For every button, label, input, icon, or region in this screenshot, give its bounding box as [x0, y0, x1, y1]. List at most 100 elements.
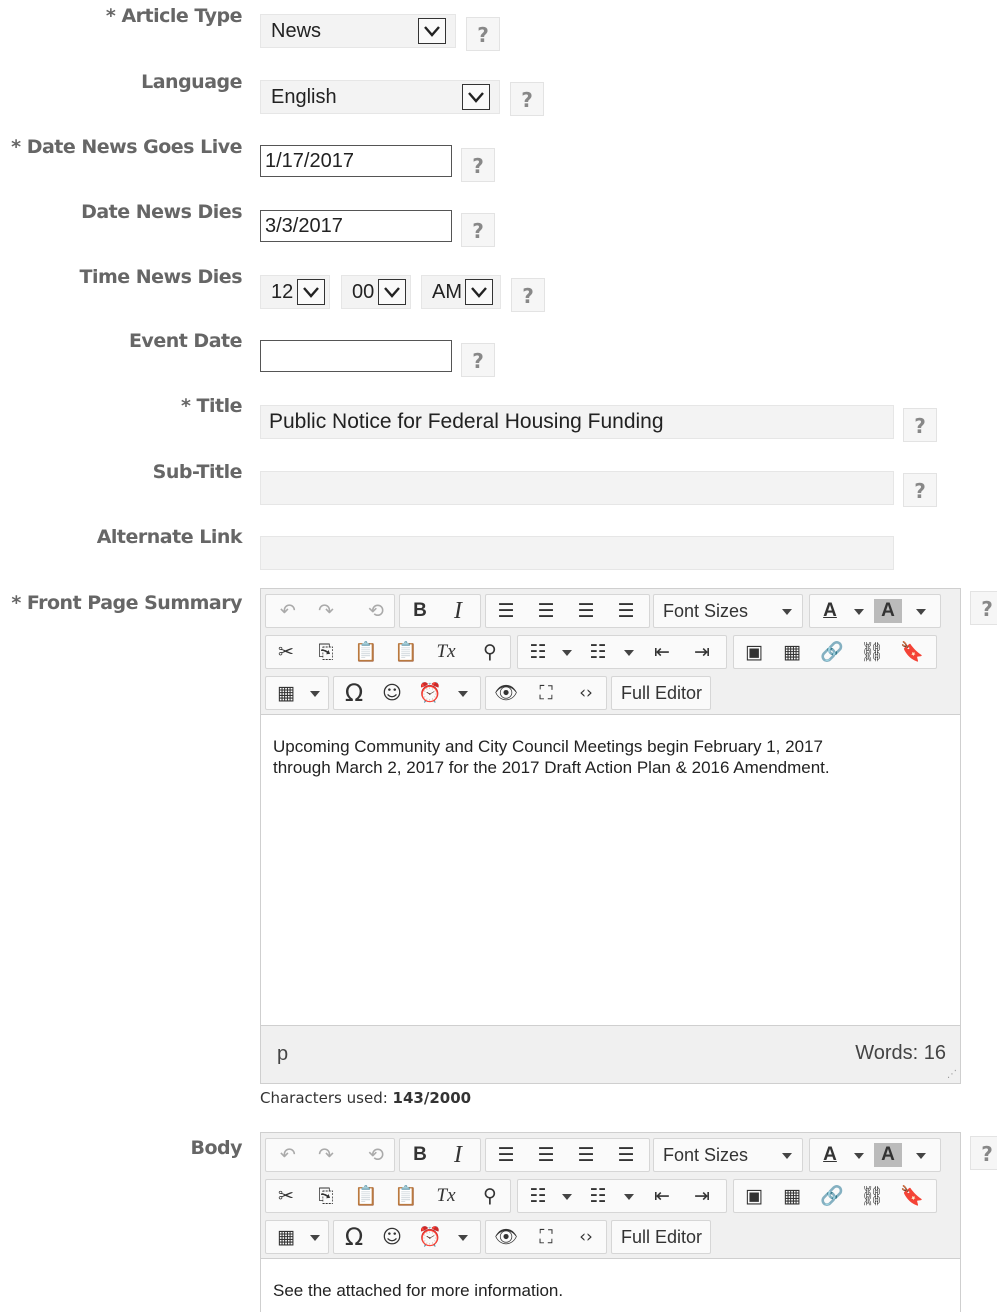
align-center-icon[interactable]: ☰ — [528, 595, 564, 627]
numbered-list-icon[interactable]: ☷ — [580, 1180, 616, 1212]
help-date-live[interactable]: ? — [461, 148, 495, 182]
full-editor-button[interactable]: Full Editor — [611, 1220, 711, 1254]
undo-icon[interactable]: ↶ — [270, 1139, 306, 1171]
event-date-input[interactable] — [260, 340, 452, 372]
caret-down-icon[interactable] — [916, 1153, 926, 1159]
cut-icon[interactable]: ✂ — [268, 636, 304, 668]
alternate-link-input[interactable] — [260, 536, 894, 570]
caret-down-icon[interactable] — [854, 609, 864, 615]
body-editor[interactable]: ↶ ↷ ⟲ B I ☰ ☰ ☰ ☰ Font Sizes A A ✂ ⎘ 📋 📋… — [260, 1132, 961, 1312]
copy-icon[interactable]: ⎘ — [308, 1180, 344, 1212]
align-right-icon[interactable]: ☰ — [568, 1139, 604, 1171]
table-icon[interactable]: ▦ — [268, 677, 304, 709]
outdent-icon[interactable]: ⇤ — [644, 1180, 680, 1212]
align-left-icon[interactable]: ☰ — [488, 1139, 524, 1171]
fullscreen-icon[interactable]: ⛶ — [528, 1221, 564, 1253]
background-color-icon[interactable]: A — [874, 1143, 902, 1167]
unlink-icon[interactable]: ⛓ — [854, 636, 890, 668]
outdent-icon[interactable]: ⇤ — [644, 636, 680, 668]
restore-draft-icon[interactable]: ⟲ — [358, 1139, 394, 1171]
caret-down-icon[interactable] — [310, 691, 320, 697]
clear-formatting-icon[interactable]: Tx — [428, 636, 464, 668]
fullscreen-icon[interactable]: ⛶ — [528, 677, 564, 709]
align-left-icon[interactable]: ☰ — [488, 595, 524, 627]
help-summary[interactable]: ? — [970, 591, 997, 625]
justify-icon[interactable]: ☰ — [608, 595, 644, 627]
date-time-icon[interactable]: ⏰ — [412, 1221, 448, 1253]
undo-icon[interactable]: ↶ — [270, 595, 306, 627]
emoticon-icon[interactable]: ☺ — [374, 677, 410, 709]
italic-icon[interactable]: I — [440, 595, 476, 627]
caret-down-icon[interactable] — [458, 691, 468, 697]
ampm-select[interactable]: AM — [421, 275, 501, 309]
cut-icon[interactable]: ✂ — [268, 1180, 304, 1212]
hour-select[interactable]: 12 — [260, 275, 330, 309]
element-path[interactable]: p — [277, 1043, 288, 1066]
image-icon[interactable]: ▣ — [736, 1180, 772, 1212]
help-event-date[interactable]: ? — [461, 343, 495, 377]
redo-icon[interactable]: ↷ — [308, 595, 344, 627]
minute-select[interactable]: 00 — [341, 275, 411, 309]
copy-icon[interactable]: ⎘ — [308, 636, 344, 668]
help-article-type[interactable]: ? — [466, 17, 500, 51]
redo-icon[interactable]: ↷ — [308, 1139, 344, 1171]
source-code-icon[interactable]: ‹› — [568, 1221, 604, 1253]
media-icon[interactable]: ▦ — [774, 1180, 810, 1212]
align-right-icon[interactable]: ☰ — [568, 595, 604, 627]
title-input[interactable]: Public Notice for Federal Housing Fundin… — [260, 405, 894, 439]
unlink-icon[interactable]: ⛓ — [854, 1180, 890, 1212]
help-title[interactable]: ? — [903, 408, 937, 442]
bullet-list-icon[interactable]: ☷ — [520, 1180, 556, 1212]
text-color-icon[interactable]: A — [812, 595, 848, 627]
help-language[interactable]: ? — [510, 82, 544, 116]
bold-icon[interactable]: B — [402, 1139, 438, 1171]
special-character-icon[interactable]: Ω — [336, 677, 372, 709]
font-sizes-select[interactable]: Font Sizes — [653, 594, 803, 628]
image-icon[interactable]: ▣ — [736, 636, 772, 668]
clear-formatting-icon[interactable]: Tx — [428, 1180, 464, 1212]
bookmark-icon[interactable]: 🔖 — [894, 636, 930, 668]
italic-icon[interactable]: I — [440, 1139, 476, 1171]
summary-content[interactable]: Upcoming Community and City Council Meet… — [273, 736, 830, 778]
emoticon-icon[interactable]: ☺ — [374, 1221, 410, 1253]
body-content[interactable]: See the attached for more information. — [273, 1280, 563, 1301]
bullet-list-icon[interactable]: ☷ — [520, 636, 556, 668]
date-live-input[interactable]: 1/17/2017 — [260, 145, 452, 177]
language-select[interactable]: English — [260, 80, 500, 114]
caret-down-icon[interactable] — [562, 1194, 572, 1200]
source-code-icon[interactable]: ‹› — [568, 677, 604, 709]
link-icon[interactable]: 🔗 — [814, 1180, 850, 1212]
caret-down-icon[interactable] — [458, 1235, 468, 1241]
subtitle-input[interactable] — [260, 471, 894, 505]
restore-draft-icon[interactable]: ⟲ — [358, 595, 394, 627]
preview-icon[interactable]: 👁 — [488, 677, 524, 709]
caret-down-icon[interactable] — [624, 650, 634, 656]
help-body[interactable]: ? — [970, 1136, 997, 1170]
special-character-icon[interactable]: Ω — [336, 1221, 372, 1253]
find-replace-icon[interactable]: ⚲ — [472, 1180, 508, 1212]
caret-down-icon[interactable] — [916, 609, 926, 615]
background-color-icon[interactable]: A — [874, 599, 902, 623]
bold-icon[interactable]: B — [402, 595, 438, 627]
date-time-icon[interactable]: ⏰ — [412, 677, 448, 709]
indent-icon[interactable]: ⇥ — [684, 636, 720, 668]
full-editor-button[interactable]: Full Editor — [611, 676, 711, 710]
numbered-list-icon[interactable]: ☷ — [580, 636, 616, 668]
table-icon[interactable]: ▦ — [268, 1221, 304, 1253]
paste-icon[interactable]: 📋 — [348, 1180, 384, 1212]
help-date-dies[interactable]: ? — [461, 213, 495, 247]
resize-handle-icon[interactable]: ⋰ — [947, 1069, 957, 1080]
date-dies-input[interactable]: 3/3/2017 — [260, 210, 452, 242]
caret-down-icon[interactable] — [310, 1235, 320, 1241]
indent-icon[interactable]: ⇥ — [684, 1180, 720, 1212]
find-replace-icon[interactable]: ⚲ — [472, 636, 508, 668]
summary-editor[interactable]: ↶ ↷ ⟲ B I ☰ ☰ ☰ ☰ Font Sizes A A ✂ ⎘ 📋 📋… — [260, 588, 961, 1084]
text-color-icon[interactable]: A — [812, 1139, 848, 1171]
article-type-select[interactable]: News — [260, 14, 456, 48]
caret-down-icon[interactable] — [624, 1194, 634, 1200]
caret-down-icon[interactable] — [854, 1153, 864, 1159]
media-icon[interactable]: ▦ — [774, 636, 810, 668]
bookmark-icon[interactable]: 🔖 — [894, 1180, 930, 1212]
paste-icon[interactable]: 📋 — [348, 636, 384, 668]
font-sizes-select[interactable]: Font Sizes — [653, 1138, 803, 1172]
